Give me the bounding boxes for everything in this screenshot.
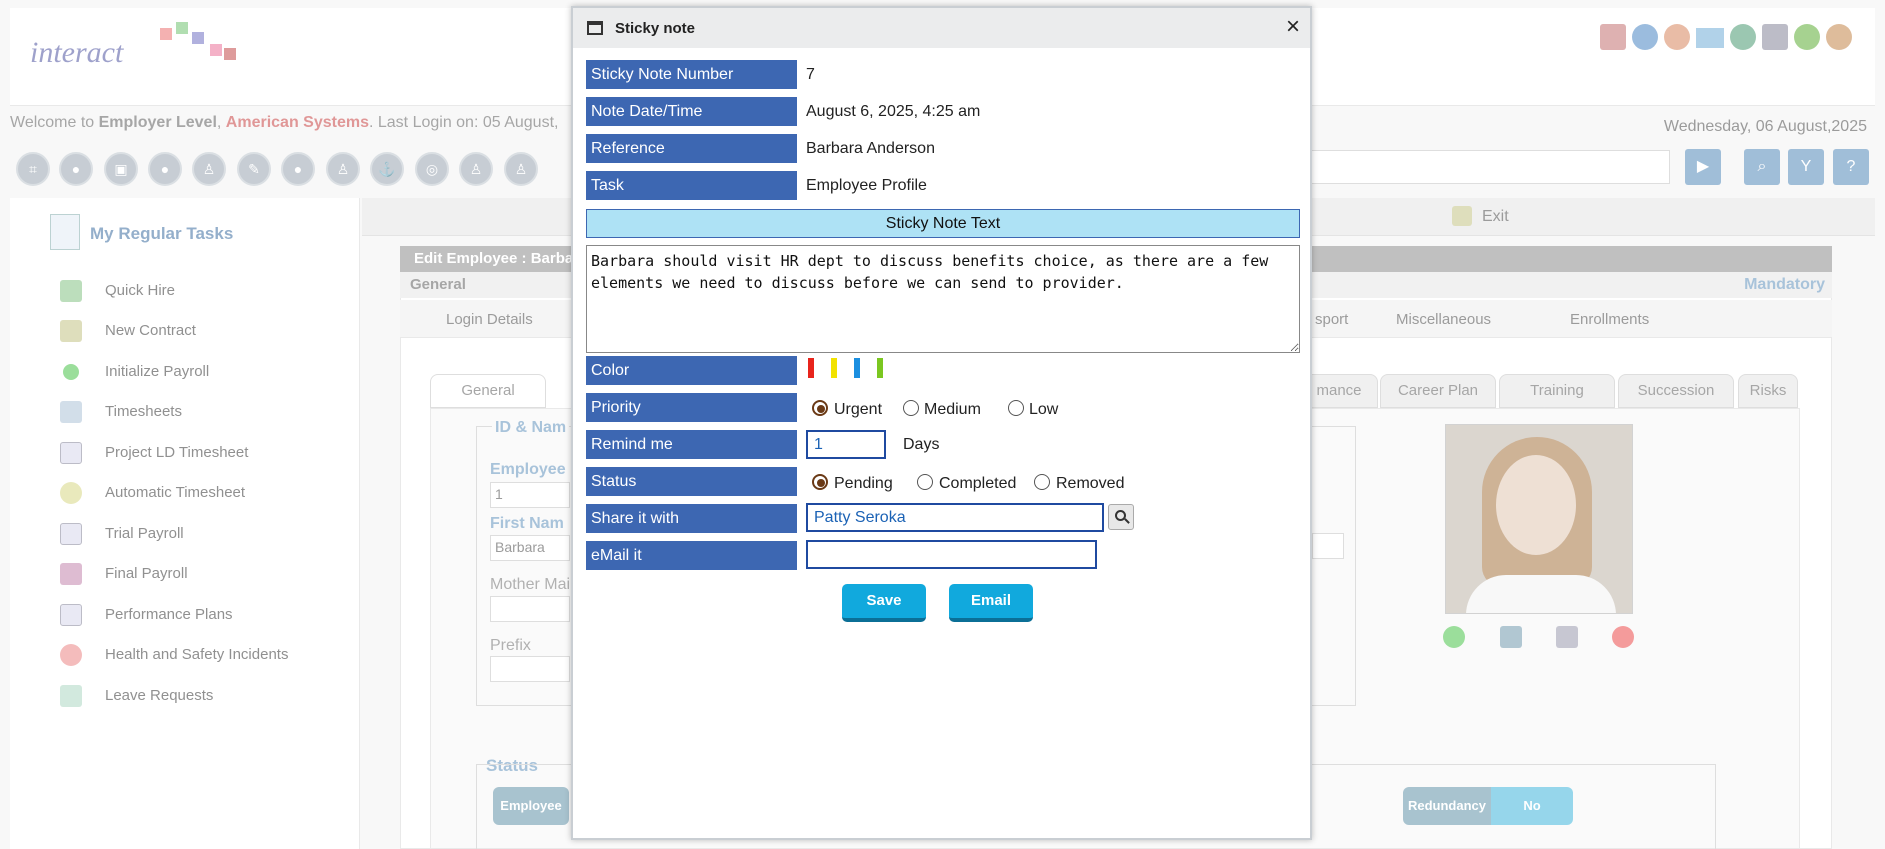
status-completed-radio[interactable] [917, 474, 933, 490]
share-with-input[interactable] [806, 503, 1104, 532]
sticky-note-textarea[interactable]: Barbara should visit HR dept to discuss … [586, 245, 1300, 353]
search-handle-icon [1124, 518, 1130, 524]
status-pending-radio[interactable] [812, 474, 828, 490]
search-icon[interactable] [1108, 504, 1134, 530]
sticky-note-dialog: Sticky note × Sticky Note Number 7 Note … [571, 6, 1312, 840]
dialog-titlebar[interactable]: Sticky note × [573, 8, 1310, 48]
task-label: Task [586, 171, 797, 200]
remind-days-input[interactable] [806, 430, 886, 459]
priority-urgent-radio[interactable] [812, 400, 828, 416]
color-swatch-yellow[interactable] [831, 358, 837, 378]
reference-value: Barbara Anderson [806, 140, 935, 157]
save-button[interactable]: Save [842, 584, 926, 622]
priority-medium-label: Medium [924, 401, 981, 418]
remind-me-label: Remind me [586, 430, 797, 459]
status-completed-label: Completed [939, 475, 1017, 492]
priority-low-label: Low [1029, 401, 1059, 418]
status-removed-radio[interactable] [1034, 474, 1050, 490]
close-icon[interactable]: × [1286, 14, 1300, 40]
email-button[interactable]: Email [949, 584, 1033, 622]
share-label: Share it with [586, 504, 797, 533]
sticky-number-value: 7 [806, 66, 815, 83]
status-removed-label: Removed [1056, 475, 1125, 492]
color-label: Color [586, 356, 797, 385]
window-icon [587, 21, 603, 35]
email-input[interactable] [806, 540, 1097, 569]
note-datetime-value: August 6, 2025, 4:25 am [806, 103, 981, 120]
note-datetime-label: Note Date/Time [586, 97, 797, 126]
priority-urgent-label: Urgent [834, 401, 883, 418]
dialog-title: Sticky note [615, 20, 696, 37]
sticky-number-label: Sticky Note Number [586, 60, 797, 89]
dialog-body: Sticky Note Number 7 Note Date/Time Augu… [578, 48, 1305, 838]
priority-low-radio[interactable] [1008, 400, 1024, 416]
task-value: Employee Profile [806, 177, 927, 194]
color-swatch-red[interactable] [808, 358, 814, 378]
sticky-note-text-header: Sticky Note Text [586, 209, 1300, 238]
remind-unit-label: Days [903, 436, 940, 453]
status-label: Status [586, 467, 797, 496]
status-pending-label: Pending [834, 475, 893, 492]
email-label: eMail it [586, 541, 797, 570]
color-swatch-blue[interactable] [854, 358, 860, 378]
color-swatch-green[interactable] [877, 358, 883, 378]
priority-label: Priority [586, 393, 797, 422]
reference-label: Reference [586, 134, 797, 163]
priority-medium-radio[interactable] [903, 400, 919, 416]
